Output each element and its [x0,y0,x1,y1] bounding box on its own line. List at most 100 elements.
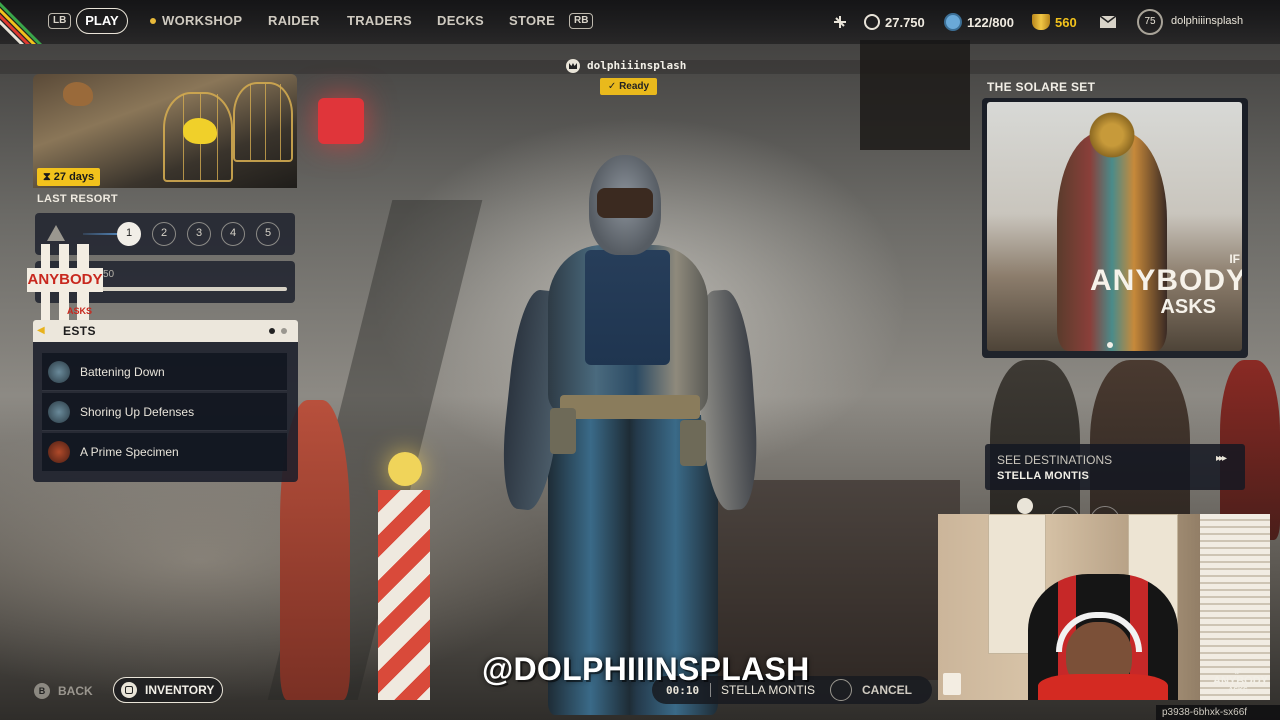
birdcage [233,82,293,162]
character-belt [560,395,700,419]
lobby-player-name[interactable]: dolphiiinsplash [587,59,686,72]
logo-word: ANYBODY [27,268,103,292]
nav-traders-tab[interactable]: TRADERS [347,13,412,28]
ready-status-text: Ready [619,81,650,92]
cancel-button[interactable]: CANCEL [862,683,912,697]
quest-giver-icon [48,441,70,463]
track-step-5[interactable]: 5 [256,222,280,246]
quest-name: Shoring Up Defenses [80,405,195,419]
tools-icon [834,16,846,28]
canary-bird [183,118,217,144]
market-stall [700,480,960,680]
track-step-4[interactable]: 4 [221,222,245,246]
tokens-value: 560 [1055,14,1077,30]
inventory-button[interactable]: INVENTORY [113,677,223,703]
featured-set-image: IF ANYBODY ASKS [987,102,1242,351]
featured-character [1057,132,1167,351]
quest-item[interactable]: A Prime Specimen [42,433,287,471]
triangle-tier-icon [47,225,65,241]
party-crown-icon [1017,498,1033,514]
coins-counter: 27.750 [864,12,925,32]
track-step-3[interactable]: 3 [187,222,211,246]
lb-bumper-icon[interactable]: LB [48,13,72,29]
ready-status-badge: ✓ Ready [600,78,657,95]
loadout-icon[interactable] [832,12,848,32]
brand-stripes [0,0,44,44]
checkmark-icon: ✓ [607,81,620,92]
sparrow-bird [63,82,93,106]
tokens-counter: 560 [1032,12,1077,32]
workshop-notification-icon [150,18,156,24]
quests-header-label: ESTS [63,324,96,338]
top-navigation-bar: LB PLAY WORKSHOP RAIDER TRADERS DECKS ST… [0,0,1280,44]
nav-raider-tab[interactable]: RAIDER [268,13,320,28]
fast-forward-icon: ▸▸▸ [1216,453,1227,464]
coin-icon [864,14,880,30]
event-timer-text: 27 days [53,171,95,183]
back-button[interactable]: B BACK [34,682,93,700]
quest-name: Battening Down [80,365,165,379]
player-level-badge[interactable]: 75 [1137,9,1163,35]
session-id: p3938-6bhxk-sx66f [1156,705,1280,720]
back-label: BACK [58,684,93,698]
character-vest [585,250,670,365]
mini-channel-logo [943,673,961,695]
track-step-2[interactable]: 2 [152,222,176,246]
carousel-dot[interactable] [1107,342,1113,348]
mail-icon [1099,15,1117,28]
character-pouch [550,408,576,454]
quest-name: A Prime Specimen [80,445,179,459]
nav-store-tab[interactable]: STORE [509,13,555,28]
profile-username[interactable]: dolphiiinsplash [1171,15,1243,27]
chevron-left-icon[interactable]: ◀ [37,325,45,336]
watermark-line-2: ANYBODY [1090,264,1242,297]
quest-item[interactable]: Battening Down [42,353,287,391]
destinations-label: SEE DESTINATIONS [997,453,1113,467]
hourglass-icon: ⧗ [43,171,51,183]
page-dot-active[interactable] [269,328,275,334]
see-destinations-button[interactable]: SEE DESTINATIONS STELLA MONTIS ▸▸▸ [985,444,1245,490]
featured-watermark-logo: IF ANYBODY ASKS [1090,252,1242,318]
cam-logo-line-3: ASKS [1228,687,1248,694]
view-button-icon [121,682,137,698]
progress-value: 50 [103,269,115,280]
cancel-button-icon[interactable] [830,679,852,701]
webcam-logo: IF ANYBODY ASKS [1213,668,1269,695]
stream-handle-overlay: @DOLPHIIINSPLASH [482,651,810,687]
cam-logo-line-2: ANYBODY [1213,675,1269,687]
event-title: LAST RESORT [37,193,118,205]
progress-bar [95,287,287,291]
quest-giver-icon [48,361,70,383]
b-button-icon: B [34,683,50,699]
track-step-1[interactable]: 1 [117,222,141,246]
inventory-label: INVENTORY [145,683,215,697]
event-timer-badge: ⧗ 27 days [37,168,101,186]
mail-button[interactable] [1099,12,1117,32]
page-dot[interactable] [281,328,287,334]
character-face [597,188,653,218]
quests-header[interactable]: ◀ ESTS [33,320,298,342]
nav-workshop-label: WORKSHOP [162,13,243,28]
party-leader-crown-icon [566,59,580,73]
token-icon [1032,14,1050,30]
red-signal-light [318,98,364,144]
coins-value: 27.750 [885,14,925,30]
storage-icon [944,13,962,31]
watermark-line-3: ASKS [1160,296,1216,318]
striped-barrier [378,490,430,700]
featured-set-title: THE SOLARE SET [987,80,1096,94]
quest-item[interactable]: Shoring Up Defenses [42,393,287,431]
streamer-shirt [1038,674,1168,700]
character-pouch [680,420,706,466]
yellow-lamp [388,452,422,486]
nav-workshop-tab[interactable]: WORKSHOP [150,13,242,28]
featured-set-card[interactable]: IF ANYBODY ASKS [982,98,1248,358]
logo-sub: ASKS [67,306,93,316]
rb-bumper-icon[interactable]: RB [569,13,594,29]
nav-play-tab[interactable]: PLAY [76,8,128,34]
storage-value: 122/800 [967,14,1014,30]
nav-decks-tab[interactable]: DECKS [437,13,484,28]
sign-board [860,40,970,150]
sun-crown [1085,110,1139,160]
storage-counter: 122/800 [944,12,1014,32]
